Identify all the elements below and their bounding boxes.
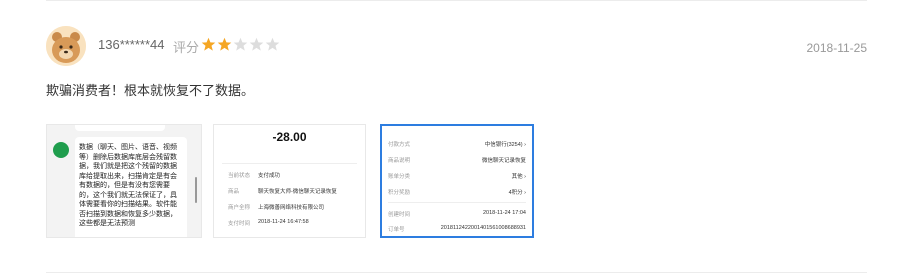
username: 136******44	[98, 37, 165, 52]
order-row: 账单分类 其他 ›	[388, 172, 526, 180]
row-label: 支付时间	[228, 221, 251, 227]
order-row: 订单号 2018112422001401561008688931	[388, 225, 526, 233]
row-value: 2018112422001401561008688931	[440, 225, 526, 231]
divider	[222, 163, 357, 164]
row-value: 其他 ›	[511, 174, 526, 180]
score-label: 评分	[173, 40, 200, 55]
top-divider	[46, 0, 867, 1]
row-label: 商户全称	[228, 205, 251, 211]
review-date: 2018-11-25	[806, 41, 868, 55]
review-image-2[interactable]: -28.00 当前状态 支付成功 商品 聊天恢复大师-微信聊天记录恢复 商户全称…	[213, 124, 366, 238]
row-label: 商品	[228, 189, 240, 195]
payment-row: 支付时间 2018-11-24 16:47:58	[228, 219, 309, 227]
star-empty-icon	[265, 37, 280, 51]
order-row: 付款方式 中信银行(3254) ›	[388, 140, 526, 148]
divider	[388, 202, 526, 203]
star-filled-icon	[217, 37, 232, 51]
chat-bubble-top	[75, 125, 165, 131]
bottom-divider	[46, 272, 867, 273]
row-value: 聊天恢复大师-微信聊天记录恢复	[258, 189, 337, 195]
row-label: 当前状态	[228, 173, 251, 179]
row-label: 创建时间	[388, 212, 411, 218]
row-value: 2018-11-24 16:47:58	[258, 219, 309, 225]
chat-text: 数据（聊天、图片、语音、视频等）删除后数据库底层会残留数据，我们就是把这个残留的…	[79, 144, 177, 227]
order-row: 积分奖励 4积分 ›	[388, 188, 526, 196]
chat-app-icon	[53, 142, 69, 158]
payment-amount: -28.00	[272, 130, 307, 144]
star-empty-icon	[249, 37, 264, 51]
payment-row: 当前状态 支付成功	[228, 171, 280, 179]
payment-row: 商户全称 上海微善网络科技有限公司	[228, 203, 324, 211]
row-value: 微信聊天记录恢复	[481, 158, 526, 164]
scrollbar	[195, 177, 197, 203]
row-label: 商品说明	[388, 158, 411, 164]
row-value: 支付成功	[258, 173, 281, 179]
row-value: 2018-11-24 17:04	[482, 210, 526, 216]
row-label: 订单号	[388, 227, 405, 233]
star-empty-icon	[233, 37, 248, 51]
avatar[interactable]	[46, 26, 86, 66]
star-rating	[201, 37, 280, 52]
review-text: 欺骗消费者！根本就恢复不了数据。	[46, 83, 255, 98]
row-label: 账单分类	[388, 174, 411, 180]
row-value: 中信银行(3254) ›	[484, 142, 526, 148]
order-row: 商品说明 微信聊天记录恢复	[388, 156, 526, 164]
review-image-1[interactable]: 数据（聊天、图片、语音、视频等）删除后数据库底层会残留数据，我们就是把这个残留的…	[46, 124, 202, 238]
order-row: 创建时间 2018-11-24 17:04	[388, 210, 526, 218]
row-value: 4积分 ›	[508, 190, 526, 196]
review-image-3[interactable]: 付款方式 中信银行(3254) › 商品说明 微信聊天记录恢复 账单分类 其他 …	[380, 124, 534, 238]
row-label: 积分奖励	[388, 190, 411, 196]
row-value: 上海微善网络科技有限公司	[258, 205, 325, 211]
bear-avatar-icon	[46, 26, 86, 66]
star-filled-icon	[201, 37, 216, 51]
payment-row: 商品 聊天恢复大师-微信聊天记录恢复	[228, 187, 337, 195]
row-label: 付款方式	[388, 142, 411, 148]
